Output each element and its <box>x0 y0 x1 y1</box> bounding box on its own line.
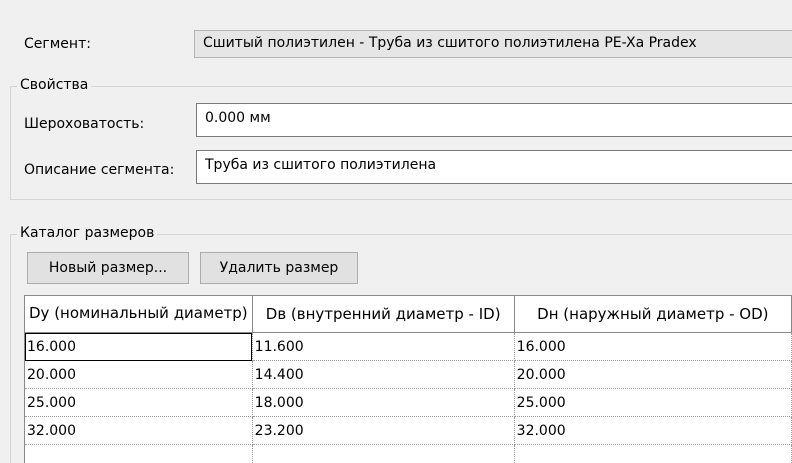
column-header-dv[interactable]: Dв (внутренний диаметр - ID) <box>252 296 515 333</box>
table-cell[interactable]: 16.000 <box>514 332 792 361</box>
table-cell[interactable] <box>25 444 253 463</box>
table-cell[interactable]: 20.000 <box>514 360 792 389</box>
table-cell[interactable]: 14.400 <box>252 360 515 389</box>
catalog-title: Каталог размеров <box>17 225 158 241</box>
table-cell[interactable]: 32.000 <box>25 416 253 445</box>
table-cell[interactable] <box>252 444 515 463</box>
table-cell[interactable]: 25.000 <box>514 388 792 417</box>
segment-field[interactable]: Сшитый полиэтилен - Труба из сшитого пол… <box>194 30 792 58</box>
table-cell[interactable]: 23.200 <box>252 416 515 445</box>
table-cell[interactable]: 32.000 <box>514 416 792 445</box>
description-label: Описание сегмента: <box>24 162 175 178</box>
description-input[interactable]: Труба из сшитого полиэтилена <box>196 150 792 184</box>
table-cell[interactable] <box>514 444 792 463</box>
table-cell[interactable]: 25.000 <box>25 388 253 417</box>
size-catalog-table[interactable]: Dy (номинальный диаметр) Dв (внутренний … <box>24 295 792 463</box>
table-header-row: Dy (номинальный диаметр) Dв (внутренний … <box>25 296 792 333</box>
roughness-input[interactable]: 0.000 мм <box>196 103 792 137</box>
table-cell[interactable]: 16.000 <box>25 332 253 361</box>
table-cell[interactable]: 11.600 <box>252 332 515 361</box>
table-row[interactable]: 32.000 23.200 32.000 <box>25 416 792 445</box>
segment-label: Сегмент: <box>24 36 91 52</box>
table-row[interactable]: 25.000 18.000 25.000 <box>25 388 792 417</box>
table-row[interactable]: 16.000 11.600 16.000 <box>25 332 792 361</box>
delete-size-button[interactable]: Удалить размер <box>200 252 358 284</box>
table-row[interactable]: 20.000 14.400 20.000 <box>25 360 792 389</box>
new-size-button[interactable]: Новый размер... <box>27 252 189 284</box>
column-header-dy[interactable]: Dy (номинальный диаметр) <box>25 296 253 333</box>
roughness-label: Шероховатость: <box>24 116 145 132</box>
table-cell[interactable]: 20.000 <box>25 360 253 389</box>
column-header-dn[interactable]: Dн (наружный диаметр - OD) <box>514 296 792 333</box>
table-row[interactable] <box>25 444 792 463</box>
properties-title: Свойства <box>17 77 92 93</box>
table-cell[interactable]: 18.000 <box>252 388 515 417</box>
